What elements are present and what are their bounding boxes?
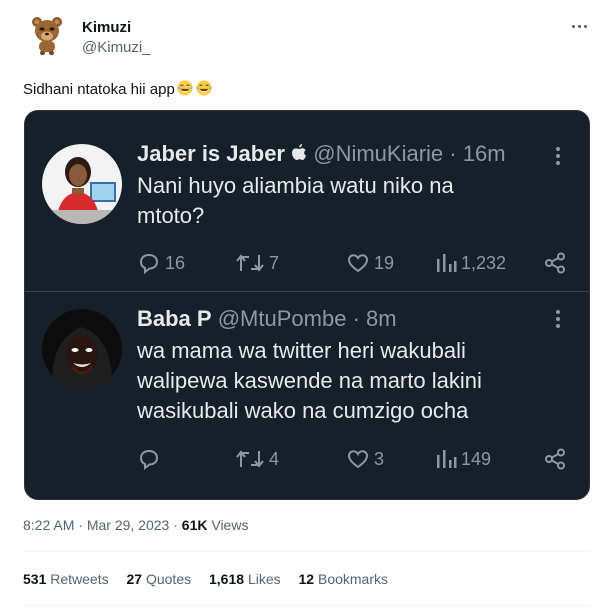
second-reply-actions: 4 3 149 (137, 446, 567, 472)
first-reply-avatar (42, 144, 122, 224)
views-label: Views (211, 517, 249, 533)
second-reply-like-action: 3 (346, 446, 384, 472)
first-reply-line: mtoto? (137, 203, 205, 228)
first-reply-header: Jaber is Jaber @NimuKiarie · 16m (137, 141, 506, 167)
first-reply-like-action: 19 (346, 250, 394, 276)
first-reply-time: · 16m (449, 141, 506, 166)
stat-retweets-count: 531 (23, 571, 47, 587)
first-reply-views-count: 1,232 (461, 252, 507, 273)
second-reply-author: Baba P (137, 306, 212, 331)
second-reply-line: wasikubali wako na cumzigo ocha (137, 398, 469, 423)
first-reply-more-icon (555, 146, 561, 166)
meta-dot: · (78, 517, 83, 533)
second-reply-share-action (543, 446, 571, 472)
stat-retweets[interactable]: 531 Retweets (23, 571, 109, 587)
tears-of-joy-emoji-icon (177, 80, 193, 96)
heart-icon (347, 450, 369, 469)
attached-screenshot-image[interactable]: Jaber is Jaber @NimuKiarie · 16m Nani hu… (24, 110, 590, 500)
first-reply-reply-count: 16 (165, 252, 186, 273)
tweet-text: Sidhani ntatoka hii app (23, 79, 213, 98)
tears-of-joy-emoji-icon (196, 80, 212, 96)
author-name[interactable]: Kimuzi (82, 19, 131, 36)
views-chart-icon (437, 254, 457, 272)
stat-bookmarks-label: Bookmarks (317, 571, 389, 587)
first-reply-like-count: 19 (374, 252, 395, 273)
first-reply-reply-action: 16 (137, 250, 185, 276)
stat-quotes-label: Quotes (145, 571, 192, 587)
first-reply-retweet-action: 7 (235, 250, 279, 276)
reply-divider (25, 291, 589, 292)
second-reply-reply-action (137, 446, 165, 472)
second-reply-avatar (42, 309, 122, 389)
stat-quotes[interactable]: 27 Quotes (127, 571, 192, 587)
second-reply-header: Baba P @MtuPombe · 8m (137, 306, 397, 332)
share-icon (545, 252, 565, 274)
first-reply-text: Nani huyo aliambia watu niko na mtoto? (137, 171, 454, 231)
heart-icon (347, 254, 369, 273)
tweet-text-content: Sidhani ntatoka hii app (23, 81, 175, 98)
apple-icon (292, 144, 307, 160)
first-reply-retweet-count: 7 (269, 252, 280, 273)
stat-likes-label: Likes (247, 571, 281, 587)
views-chart-icon (437, 450, 457, 468)
avatar[interactable] (26, 14, 68, 56)
second-reply-line: walipewa kaswende na marto lakini (137, 368, 482, 393)
tweet-meta: 8:22 AM · Mar 29, 2023 · 61K Views (23, 517, 248, 533)
views-count: 61K (181, 517, 208, 533)
meta-dot: · (173, 517, 178, 533)
divider (23, 605, 590, 606)
second-reply-more-icon (555, 309, 561, 329)
second-reply-views-count: 149 (461, 448, 492, 469)
tweet: Kimuzi @Kimuzi_ Sidhani ntatoka hii app (0, 0, 612, 613)
divider (23, 551, 590, 552)
second-reply-handle: @MtuPombe (217, 306, 347, 331)
second-reply-retweet-action: 4 (235, 446, 279, 472)
more-options-icon[interactable] (570, 22, 590, 32)
stat-bookmarks[interactable]: 12 Bookmarks (299, 571, 389, 587)
reply-icon (139, 253, 159, 275)
second-reply-views-action: 149 (435, 446, 491, 472)
first-reply-author: Jaber is Jaber (137, 141, 285, 166)
first-reply-views-action: 1,232 (435, 250, 506, 276)
stat-likes[interactable]: 1,618 Likes (209, 571, 281, 587)
author-handle[interactable]: @Kimuzi_ (82, 39, 151, 56)
stat-bookmarks-count: 12 (298, 571, 315, 587)
second-reply-line: wa mama wa twitter heri wakubali (137, 338, 466, 363)
first-reply-actions: 16 7 19 1,232 (137, 250, 567, 276)
stat-likes-count: 1,618 (209, 571, 245, 587)
second-reply-like-count: 3 (374, 448, 385, 469)
stat-quotes-count: 27 (126, 571, 143, 587)
tweet-time[interactable]: 8:22 AM (23, 517, 74, 533)
stat-retweets-label: Retweets (50, 571, 109, 587)
share-icon (545, 448, 565, 470)
tweet-date[interactable]: Mar 29, 2023 (87, 517, 170, 533)
retweet-icon (236, 450, 264, 468)
tweet-stats: 531 Retweets 27 Quotes 1,618 Likes 12 Bo… (23, 571, 402, 587)
second-reply-text: wa mama wa twitter heri wakubali walipew… (137, 336, 482, 426)
first-reply-line: Nani huyo aliambia watu niko na (137, 173, 454, 198)
first-reply-handle: @NimuKiarie (313, 141, 444, 166)
second-reply-retweet-count: 4 (269, 448, 280, 469)
second-reply-time: · 8m (352, 306, 397, 331)
retweet-icon (236, 254, 264, 272)
reply-icon (139, 449, 159, 471)
first-reply-share-action (543, 250, 571, 276)
